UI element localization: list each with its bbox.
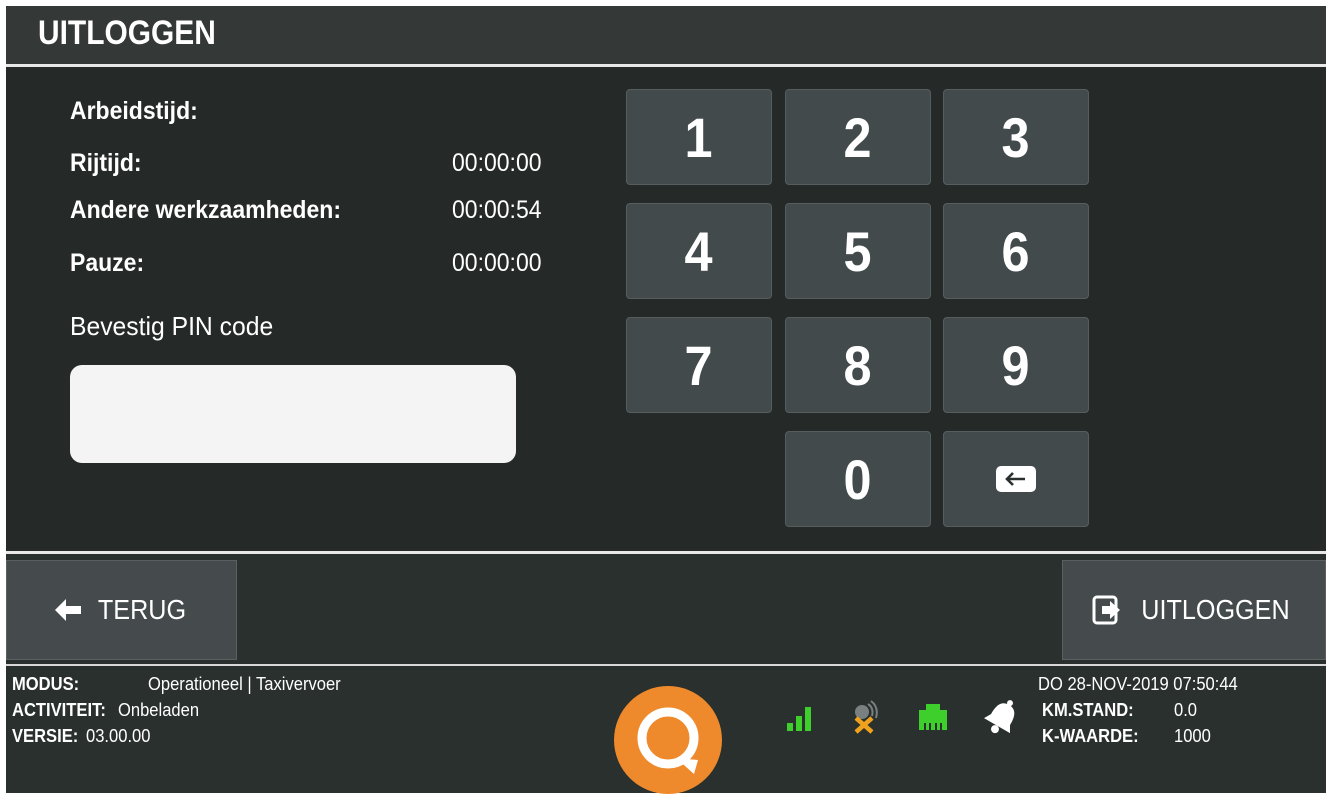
key-5[interactable]: 5 [785, 203, 931, 299]
datetime: DO 28-NOV-2019 07:50:44 [1038, 674, 1238, 694]
key-4-label: 4 [684, 219, 714, 283]
pin-input[interactable] [70, 365, 516, 463]
network-icon [919, 704, 947, 730]
kwaarde-label: K-WAARDE: [1042, 726, 1139, 746]
key-7[interactable]: 7 [626, 317, 772, 413]
key-9-label: 9 [1001, 333, 1031, 397]
activiteit-value: Onbeladen [118, 700, 200, 720]
sign-out-icon [1092, 595, 1120, 625]
backspace-button[interactable] [943, 431, 1089, 527]
page-title: UITLOGGEN [38, 14, 216, 52]
pin-label: Bevestig PIN code [70, 311, 274, 341]
brand-logo [614, 686, 722, 794]
modus-value: Operationeel | Taxivervoer [148, 674, 341, 694]
andere-werkzaamheden-label: Andere werkzaamheden: [70, 196, 341, 224]
kmstand-label: KM.STAND: [1042, 700, 1134, 720]
key-2[interactable]: 2 [785, 89, 931, 185]
bell-icon [984, 700, 1015, 734]
back-label: TERUG [97, 594, 186, 625]
arbeidstijd-label: Arbeidstijd: [70, 97, 198, 125]
key-0[interactable]: 0 [785, 431, 931, 527]
key-1[interactable]: 1 [626, 89, 772, 185]
key-7-label: 7 [684, 333, 714, 397]
action-bar: TERUG UITLOGGEN [6, 554, 1326, 664]
header-bar: UITLOGGEN [6, 6, 1326, 67]
pauze-value: 00:00:00 [452, 249, 542, 277]
key-5-label: 5 [843, 219, 873, 283]
pauze-label: Pauze: [70, 249, 145, 277]
main-content: Arbeidstijd: Rijtijd: 00:00:00 Andere we… [6, 67, 1326, 551]
status-bar: MODUS: Operationeel | Taxivervoer ACTIVI… [6, 664, 1326, 794]
key-2-label: 2 [843, 105, 873, 169]
kmstand-value: 0.0 [1174, 700, 1198, 720]
key-3-label: 3 [1001, 105, 1031, 169]
arrow-left-icon [54, 599, 81, 621]
key-8-label: 8 [843, 333, 873, 397]
versie-value: 03.00.00 [86, 726, 151, 746]
key-0-label: 0 [843, 447, 873, 511]
rijtijd-value: 00:00:00 [452, 149, 542, 177]
gps-off-icon [854, 700, 878, 734]
key-8[interactable]: 8 [785, 317, 931, 413]
kwaarde-value: 1000 [1174, 726, 1211, 746]
key-6[interactable]: 6 [943, 203, 1089, 299]
key-6-label: 6 [1001, 219, 1031, 283]
signal-icon [787, 707, 811, 731]
key-4[interactable]: 4 [626, 203, 772, 299]
app-screen: UITLOGGEN Arbeidstijd: Rijtijd: 00:00:00… [6, 6, 1326, 794]
key-1-label: 1 [684, 105, 714, 169]
activiteit-label: ACTIVITEIT: [12, 700, 106, 720]
logout-button[interactable]: UITLOGGEN [1062, 560, 1326, 660]
key-9[interactable]: 9 [943, 317, 1089, 413]
logout-label: UITLOGGEN [1140, 594, 1290, 625]
modus-label: MODUS: [12, 674, 80, 694]
back-button[interactable]: TERUG [6, 560, 237, 660]
andere-werkzaamheden-value: 00:00:54 [452, 196, 542, 224]
rijtijd-label: Rijtijd: [70, 149, 142, 177]
key-3[interactable]: 3 [943, 89, 1089, 185]
backspace-icon [996, 466, 1036, 492]
versie-label: VERSIE: [12, 726, 79, 746]
